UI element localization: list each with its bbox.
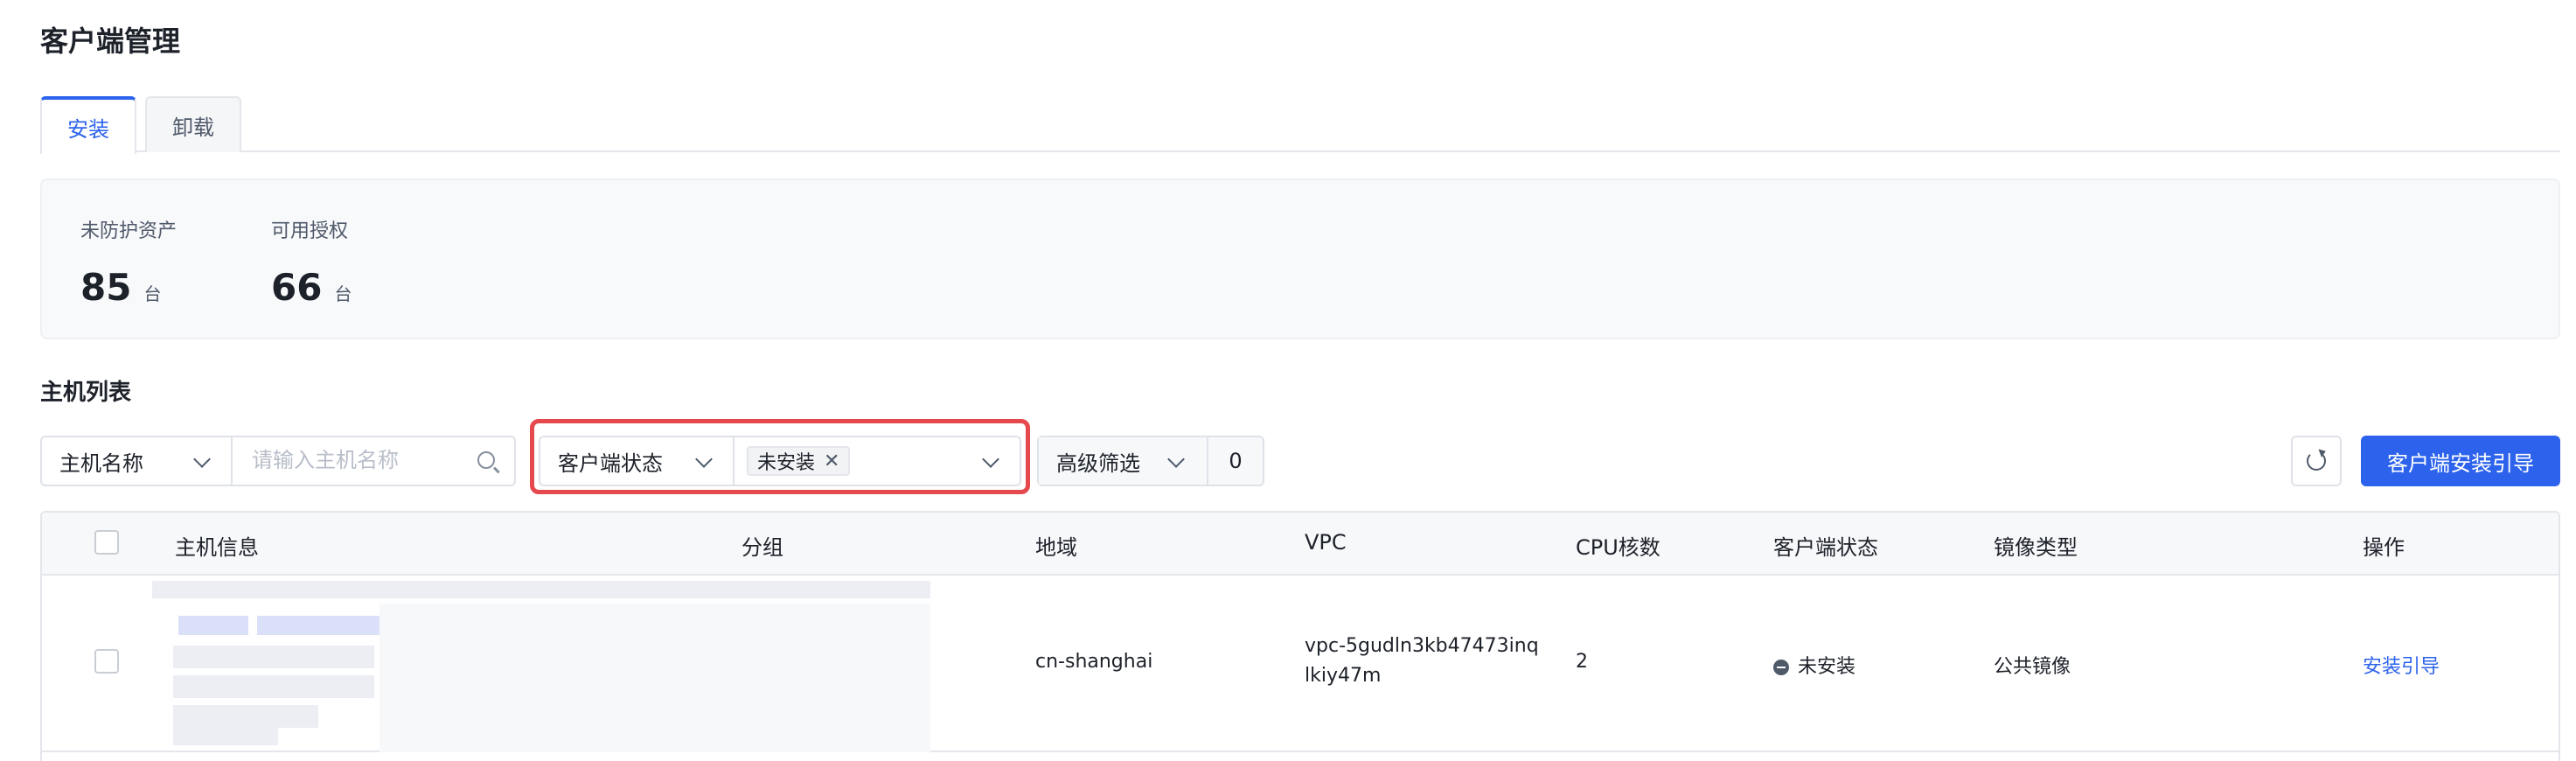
host-table: 主机信息 分组 地域 VPC CPU核数 客户端状态 镜像类型 操作 cn-sh… (40, 511, 2560, 761)
cpu-cell: 2 (1576, 651, 1588, 673)
stat-label: 未防护资产 (80, 220, 178, 242)
install-guide-link[interactable]: 安装引导 (2363, 651, 2440, 679)
stats-panel: 未防护资产 85 台 可用授权 66 台 (40, 178, 2560, 339)
image-type-cell: 公共镜像 (1994, 656, 2071, 678)
tab-bar: 安装 卸载 (40, 96, 2560, 154)
tab-uninstall[interactable]: 卸载 (145, 96, 241, 152)
column-cpu: CPU核数 (1576, 535, 1660, 560)
install-guide-button[interactable]: 客户端安装引导 (2361, 436, 2560, 486)
tab-install[interactable]: 安装 (40, 96, 136, 154)
client-status-text: 未安装 (1798, 656, 1856, 678)
column-client-status: 客户端状态 (1773, 535, 1878, 560)
table-header: 主机信息 分组 地域 VPC CPU核数 客户端状态 镜像类型 操作 (42, 513, 2559, 576)
refresh-button[interactable] (2291, 436, 2342, 486)
page-title: 客户端管理 (40, 24, 181, 58)
vpc-cell-line2: lkiy47m (1305, 665, 1382, 687)
column-image-type: 镜像类型 (1994, 535, 2078, 560)
client-management-page: 客户端管理 安装 卸载 未防护资产 85 台 可用授权 66 台 主机列表 主机… (0, 0, 2576, 761)
chevron-down-icon (1167, 450, 1185, 468)
column-actions: 操作 (2363, 535, 2405, 560)
field-select-label: 主机名称 (59, 450, 143, 476)
column-group: 分组 (741, 535, 783, 560)
client-status-cell: 未安装 (1773, 651, 1855, 679)
row-checkbox[interactable] (94, 649, 119, 674)
search-input[interactable] (233, 437, 469, 485)
stat-unit: 台 (143, 283, 162, 304)
table-row: cn-shanghai vpc-5gudln3kb47473inq lkiy47… (42, 577, 2559, 752)
column-vpc: VPC (1305, 530, 1347, 555)
host-list-title: 主机列表 (40, 380, 132, 406)
stat-label: 可用授权 (271, 220, 349, 242)
stat-value: 85 (80, 266, 132, 309)
advanced-filter-count: 0 (1229, 449, 1243, 473)
select-all-checkbox[interactable] (94, 530, 119, 555)
search-icon[interactable] (477, 451, 495, 469)
advanced-filter: 高级筛选 0 (1037, 436, 1264, 486)
advanced-filter-label: 高级筛选 (1056, 450, 1140, 476)
stat-unprotected-assets: 未防护资产 85 台 (80, 215, 177, 309)
vpc-cell-line1: vpc-5gudln3kb47473inq (1305, 635, 1539, 657)
stat-unit: 台 (334, 283, 352, 304)
advanced-filter-button[interactable]: 高级筛选 (1039, 437, 1208, 485)
stat-available-licenses: 可用授权 66 台 (271, 215, 352, 309)
status-not-installed-icon (1773, 660, 1789, 675)
field-select[interactable]: 主机名称 (42, 437, 233, 485)
stat-value: 66 (271, 266, 323, 309)
refresh-icon (2307, 451, 2326, 471)
region-cell: cn-shanghai (1035, 651, 1153, 673)
column-host-info: 主机信息 (175, 535, 259, 560)
highlight-annotation (530, 419, 1030, 494)
chevron-down-icon (193, 450, 211, 468)
host-name-filter: 主机名称 (40, 436, 516, 486)
column-region: 地域 (1035, 535, 1077, 560)
